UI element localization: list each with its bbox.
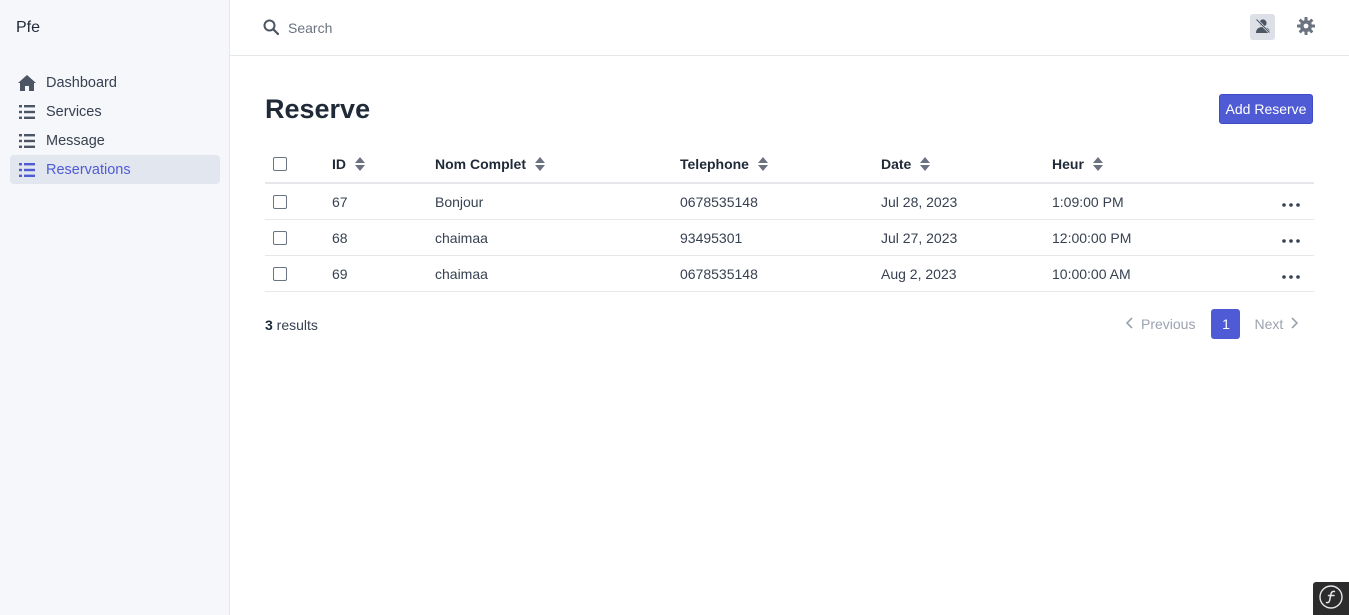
pagination-previous[interactable]: Previous — [1125, 316, 1196, 332]
row-select-cell — [273, 256, 287, 291]
pagination-previous-label: Previous — [1141, 316, 1196, 332]
cell-nom-complet: Bonjour — [435, 193, 484, 210]
column-header-label: Nom Complet — [435, 155, 526, 172]
cell-id: 68 — [332, 229, 348, 246]
chevron-left-icon — [1125, 316, 1133, 332]
sidebar-item-message[interactable]: Message — [10, 126, 220, 155]
cell-nom-complet: chaimaa — [435, 265, 488, 282]
page-title: Reserve — [265, 94, 371, 124]
more-icon — [1282, 266, 1300, 282]
list-icon — [18, 103, 36, 121]
search-input[interactable] — [288, 17, 688, 39]
column-header-nom-complet[interactable]: Nom Complet — [435, 145, 545, 182]
sort-icon — [920, 156, 931, 171]
row-checkbox[interactable] — [273, 266, 287, 281]
app-brand: Pfe — [16, 19, 41, 36]
cell-date: Jul 27, 2023 — [881, 229, 958, 246]
row-actions-button[interactable] — [1281, 184, 1301, 219]
cell-telephone: 93495301 — [680, 229, 743, 246]
add-reserve-button[interactable]: Add Reserve — [1219, 94, 1313, 124]
row-select-cell — [273, 220, 287, 255]
results-summary: 3 results — [265, 317, 318, 333]
results-label: results — [272, 317, 318, 333]
cell-heur: 10:00:00 AM — [1052, 265, 1131, 282]
row-checkbox[interactable] — [273, 194, 287, 209]
cell-telephone: 0678535148 — [680, 193, 758, 210]
row-select-cell — [273, 184, 287, 219]
table-header-row: ID Nom Complet Telephone Date Heur — [265, 145, 1314, 184]
cell-heur: 12:00:00 PM — [1052, 229, 1132, 246]
sidebar-item-dashboard[interactable]: Dashboard — [10, 68, 220, 97]
column-header-label: Telephone — [680, 155, 749, 172]
more-icon — [1282, 194, 1300, 210]
sort-icon — [535, 156, 545, 171]
gear-icon — [1297, 16, 1315, 38]
cell-date: Jul 28, 2023 — [881, 193, 958, 210]
column-header-date[interactable]: Date — [881, 145, 931, 182]
table-row: 68 chaimaa 93495301 Jul 27, 2023 12:00:0… — [265, 220, 1314, 256]
table-row: 67 Bonjour 0678535148 Jul 28, 2023 1:09:… — [265, 184, 1314, 220]
more-icon — [1282, 230, 1300, 246]
symfony-toolbar-toggle[interactable] — [1313, 582, 1349, 615]
sidebar-item-label: Services — [46, 103, 102, 120]
search-icon — [263, 19, 280, 38]
symfony-logo-icon — [1319, 585, 1343, 612]
list-icon — [18, 132, 36, 150]
cell-heur: 1:09:00 PM — [1052, 193, 1124, 210]
sidebar-menu: Dashboard Services Message Reservations — [10, 68, 220, 184]
row-actions-button[interactable] — [1281, 220, 1301, 255]
pagination-page-current[interactable]: 1 — [1211, 309, 1241, 339]
column-header-label: Date — [881, 155, 912, 172]
sort-icon — [355, 156, 365, 171]
sidebar: Pfe Dashboard Services Message Reservati… — [0, 0, 230, 615]
cell-nom-complet: chaimaa — [435, 229, 488, 246]
table-row: 69 chaimaa 0678535148 Aug 2, 2023 10:00:… — [265, 256, 1314, 292]
column-header-telephone[interactable]: Telephone — [680, 145, 768, 182]
row-checkbox[interactable] — [273, 230, 287, 245]
column-header-label: ID — [332, 155, 346, 172]
sidebar-item-label: Message — [46, 132, 105, 149]
column-header-heur[interactable]: Heur — [1052, 145, 1103, 182]
home-icon — [18, 74, 36, 92]
cell-telephone: 0678535148 — [680, 265, 758, 282]
user-menu-button[interactable] — [1250, 14, 1275, 40]
select-all-cell — [273, 145, 287, 182]
row-actions-button[interactable] — [1281, 256, 1301, 291]
cell-id: 69 — [332, 265, 348, 282]
cell-date: Aug 2, 2023 — [881, 265, 957, 282]
sort-icon — [757, 156, 768, 171]
chevron-right-icon — [1291, 316, 1299, 332]
select-all-checkbox[interactable] — [273, 156, 287, 171]
sidebar-item-label: Dashboard — [46, 74, 117, 91]
topbar — [230, 0, 1349, 56]
pagination-next[interactable]: Next — [1254, 316, 1299, 332]
sidebar-item-label: Reservations — [46, 161, 131, 178]
column-header-id[interactable]: ID — [332, 145, 365, 182]
results-count: 3 — [265, 317, 273, 333]
sidebar-item-reservations[interactable]: Reservations — [10, 155, 220, 184]
sort-icon — [1092, 156, 1103, 171]
sidebar-item-services[interactable]: Services — [10, 97, 220, 126]
pagination: Previous 1 Next — [1125, 309, 1299, 339]
user-icon — [1254, 17, 1271, 37]
pagination-next-label: Next — [1254, 316, 1284, 332]
settings-button[interactable] — [1296, 16, 1316, 38]
list-icon — [18, 161, 36, 179]
reservations-table: ID Nom Complet Telephone Date Heur 67 Bo… — [265, 145, 1314, 292]
column-header-label: Heur — [1052, 155, 1084, 172]
cell-id: 67 — [332, 193, 348, 210]
